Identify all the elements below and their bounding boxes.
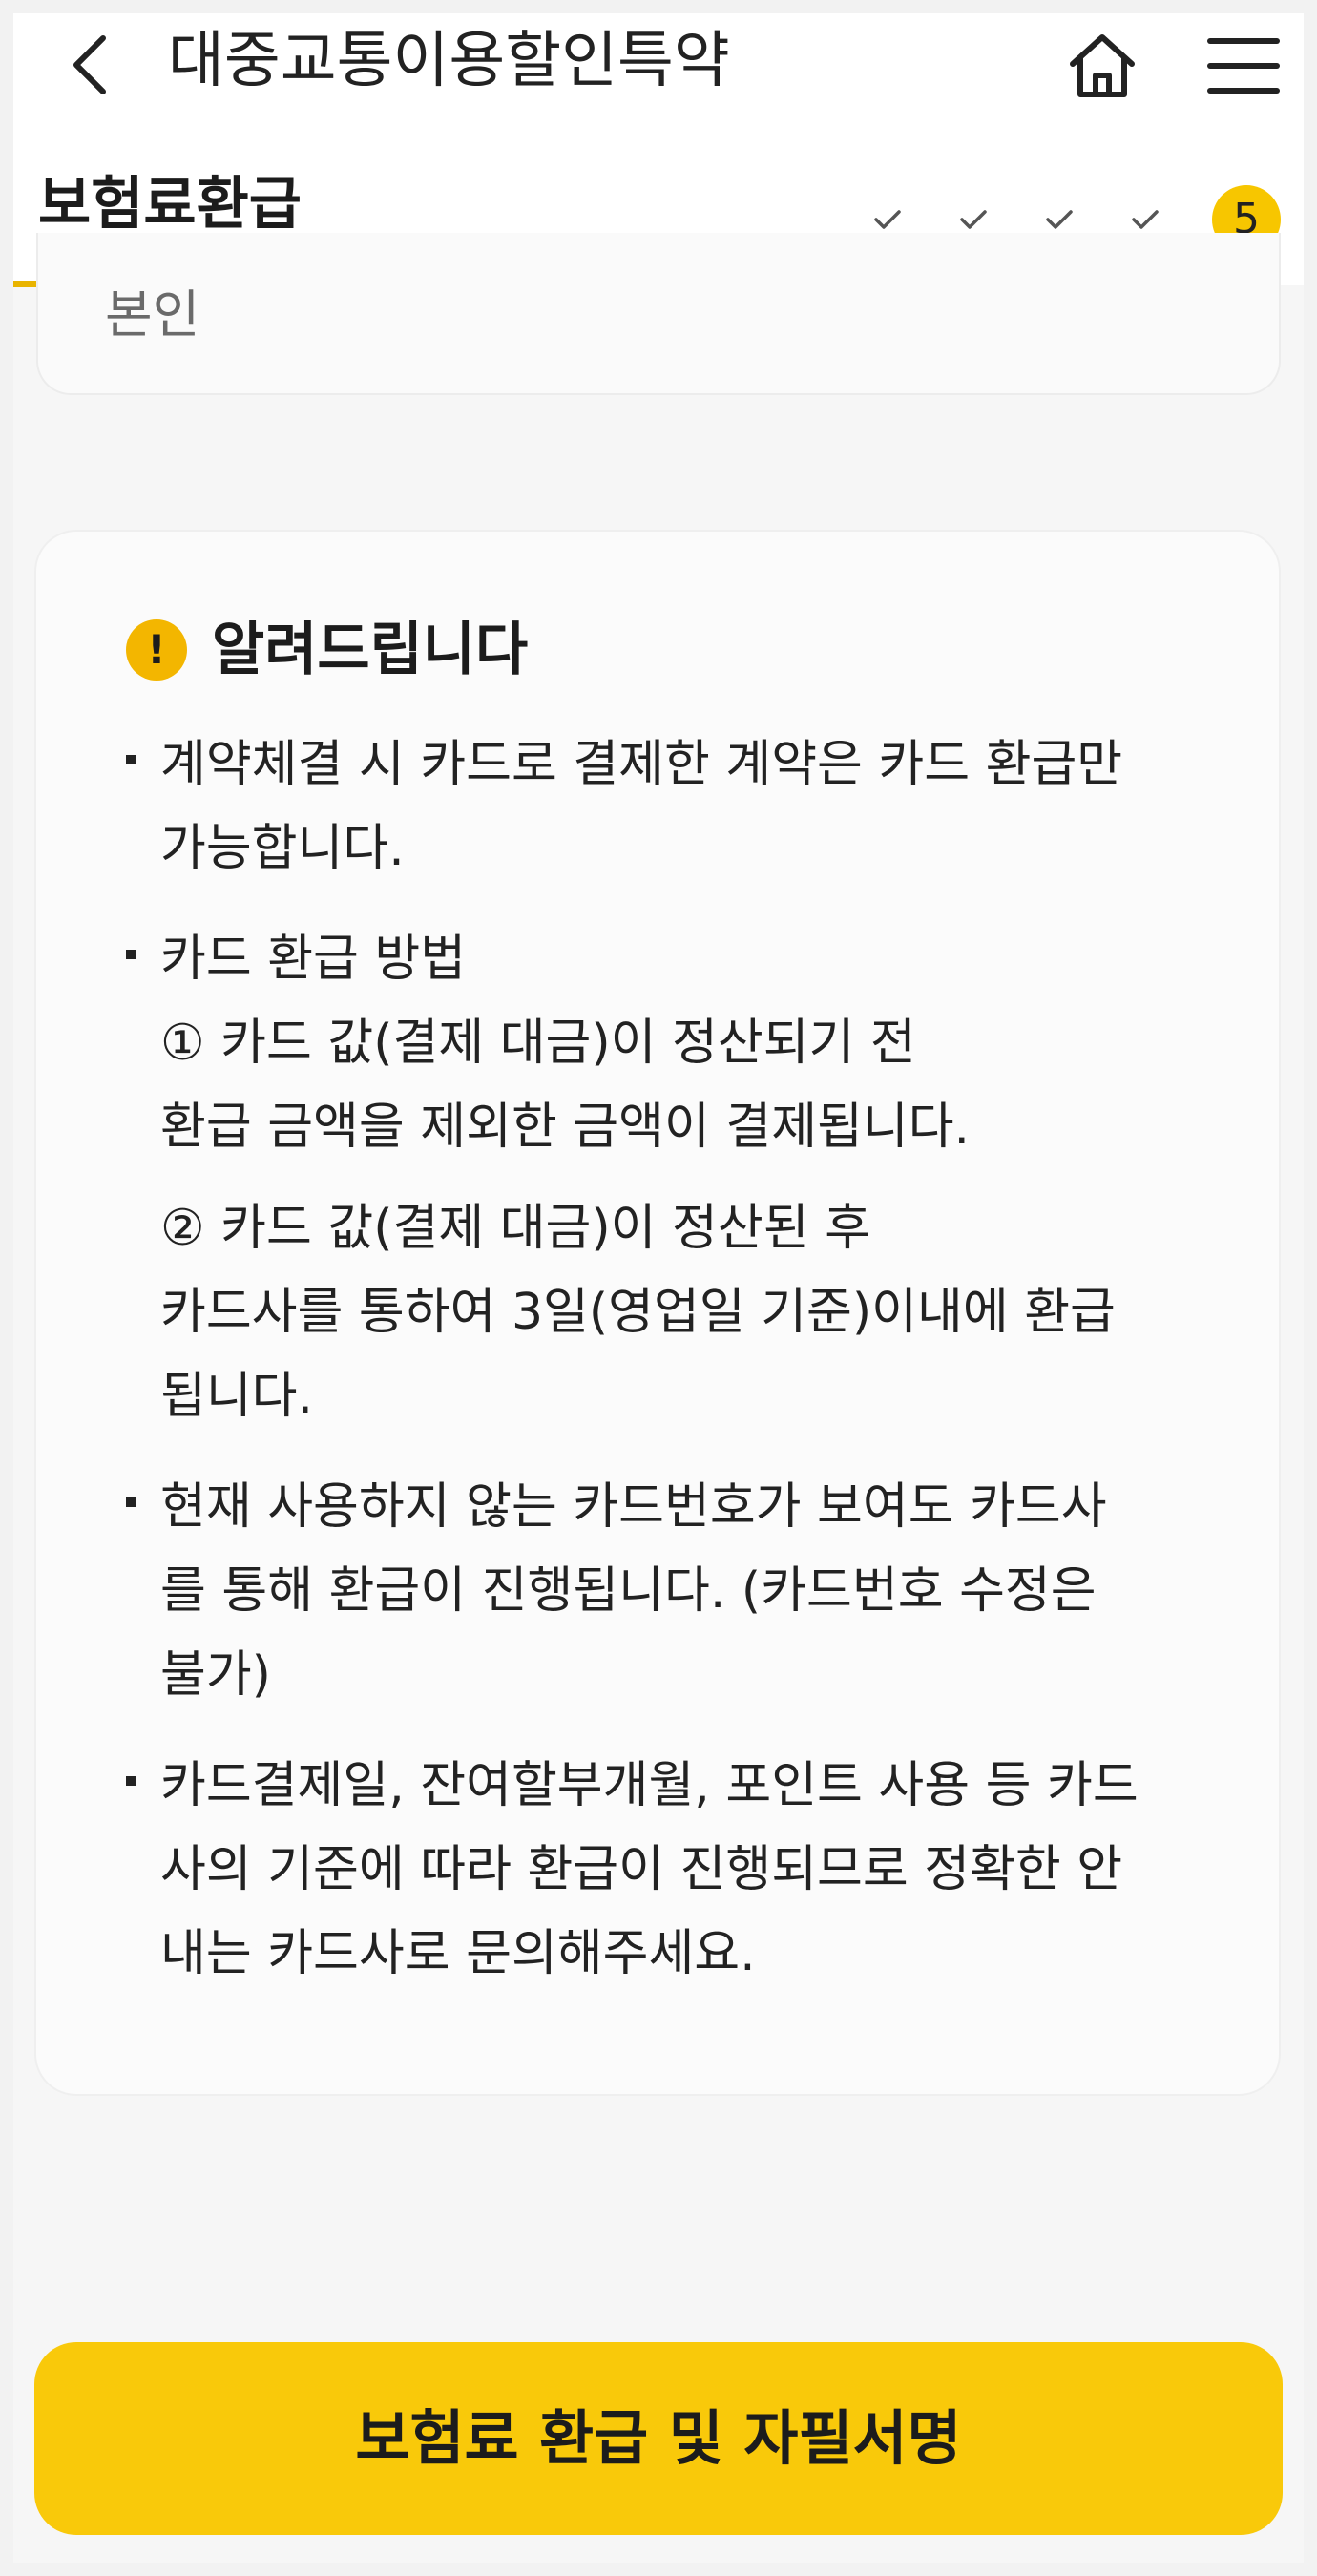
menu-button[interactable] <box>1201 23 1286 109</box>
refund-and-signature-button[interactable]: 보험료 환급 및 자필서명 <box>34 2342 1283 2535</box>
home-button[interactable] <box>1059 23 1145 109</box>
home-icon <box>1070 34 1135 97</box>
top-navigation-bar: 대중교통이용할인특약 <box>13 13 1304 118</box>
notice-line: 현재 사용하지 않는 카드번호가 보여도 카드사 <box>160 1478 1107 1536</box>
notice-line: ② 카드 값(결제 대금)이 정산된 후 <box>160 1200 870 1257</box>
notice-line: 가능합니다. <box>160 820 405 877</box>
notice-line: 계약체결 시 카드로 결제한 계약은 카드 환급만 <box>160 736 1123 793</box>
notice-item: 계약체결 시 카드로 결제한 계약은 카드 환급만 가능합니다. <box>122 723 1267 890</box>
checkmark-icon <box>1132 210 1159 229</box>
notice-item: 카드 환급 방법 ① 카드 값(결제 대금)이 정산되기 전 환급 금액을 제외… <box>122 917 1267 1438</box>
notice-line: 불가) <box>160 1646 271 1704</box>
notice-line: 내는 카드사로 문의해주세요. <box>160 1925 756 1982</box>
previous-info-card: 본인 <box>36 233 1281 395</box>
notice-line: 카드결제일, 잔여할부개월, 포인트 사용 등 카드 <box>160 1757 1139 1814</box>
checkmark-icon <box>1046 210 1073 229</box>
notice-line: 사의 기준에 따라 환급이 진행되므로 정확한 안 <box>160 1841 1123 1898</box>
notice-title: 알려드립니다 <box>212 617 529 683</box>
notice-header: ! 알려드립니다 <box>126 612 528 688</box>
chevron-left-icon <box>73 35 106 94</box>
app-screen: 대중교통이용할인특약 보험료환급 5 본인 ! 알려드립니다 계약체결 시 카드… <box>13 13 1304 2563</box>
checkmark-icon <box>960 210 987 229</box>
previous-card-text: 본인 <box>105 284 200 345</box>
exclamation-icon: ! <box>126 619 187 681</box>
page-title: 대중교통이용할인특약 <box>168 26 730 96</box>
notice-line: ① 카드 값(결제 대금)이 정산되기 전 <box>160 1015 916 1072</box>
notice-card: ! 알려드립니다 계약체결 시 카드로 결제한 계약은 카드 환급만 가능합니다… <box>34 530 1281 2096</box>
notice-item: 카드결제일, 잔여할부개월, 포인트 사용 등 카드 사의 기준에 따라 환급이… <box>122 1744 1267 1996</box>
notice-line: 환급 금액을 제외한 금액이 결제됩니다. <box>160 1099 971 1156</box>
notice-line: 카드사를 통하여 3일(영업일 기준)이내에 환급 <box>160 1284 1116 1341</box>
step-title: 보험료환급 <box>38 171 302 238</box>
notice-spacer <box>160 1169 1267 1186</box>
notice-line: 를 통해 환급이 진행됩니다. (카드번호 수정은 <box>160 1562 1097 1620</box>
notice-list: 계약체결 시 카드로 결제한 계약은 카드 환급만 가능합니다. 카드 환급 방… <box>122 723 1267 2022</box>
checkmark-icon <box>874 210 901 229</box>
back-button[interactable] <box>61 27 118 103</box>
hamburger-menu-icon <box>1207 38 1280 94</box>
notice-line: 카드 환급 방법 <box>160 931 467 988</box>
notice-item: 현재 사용하지 않는 카드번호가 보여도 카드사 를 통해 환급이 진행됩니다.… <box>122 1465 1267 1717</box>
notice-line: 됩니다. <box>160 1368 314 1425</box>
